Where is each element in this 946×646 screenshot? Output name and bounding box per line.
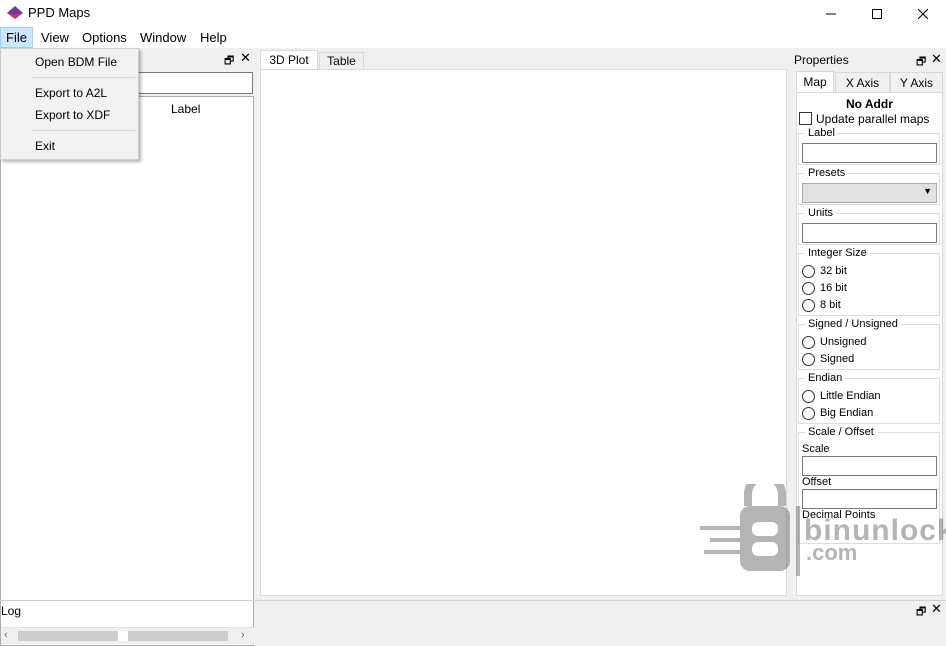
menu-window[interactable]: Window [135,27,191,48]
chevron-down-icon: ▼ [923,186,932,196]
presets-select[interactable]: ▼ [802,183,937,203]
menu-options[interactable]: Options [77,27,132,48]
tab-map[interactable]: Map [796,71,834,93]
integer-size-title: Integer Size [805,247,870,259]
float-icon[interactable]: 🗗 [224,52,234,71]
tab-x-axis[interactable]: X Axis [835,72,890,93]
scale-input[interactable] [802,456,937,476]
properties-header: Properties 🗗 ✕ [793,51,946,69]
integer-size-group: Integer Size 32 bit 16 bit 8 bit [798,247,940,316]
radio-unsigned[interactable] [802,336,815,349]
close-icon[interactable]: ✕ [931,51,942,67]
radio-unsigned-label: Unsigned [820,336,867,348]
update-parallel-checkbox[interactable] [799,112,812,125]
horizontal-scrollbar[interactable]: ‹ › [1,627,255,644]
maximize-icon [872,8,882,19]
menu-separator [31,77,135,78]
file-menu-dropdown: Open BDM File Export to A2L Export to XD… [0,48,139,160]
signed-title: Signed / Unsigned [805,318,901,330]
scale-label: Scale [802,443,830,455]
label-input[interactable] [802,143,937,163]
address-label: No Addr [846,97,893,111]
close-icon[interactable]: ✕ [931,601,942,617]
menu-exit[interactable]: Exit [35,139,55,153]
radio-signed[interactable] [802,353,815,366]
label-group-title: Label [805,127,838,139]
presets-group: Presets ▼ [798,167,940,205]
radio-little-endian[interactable] [802,390,815,403]
float-icon[interactable]: 🗗 [916,603,926,622]
column-header-label[interactable]: Label [171,102,200,116]
log-dock-header: Log 🗗 ✕ [0,600,946,619]
radio-big-endian[interactable] [802,407,815,420]
properties-title: Properties [794,53,849,67]
scroll-grip [118,631,128,641]
scale-offset-title: Scale / Offset [805,426,877,438]
menu-separator [31,130,135,131]
menu-export-a2l[interactable]: Export to A2L [35,86,107,100]
watermark-subtext: .com [806,540,858,565]
tab-y-axis[interactable]: Y Axis [890,72,943,93]
watermark-logo: binunlock .com [700,473,946,579]
tab-3d-plot[interactable]: 3D Plot [260,50,318,70]
menu-file[interactable]: File [0,27,33,48]
update-parallel-label: Update parallel maps [816,112,930,126]
presets-group-title: Presets [805,167,849,179]
label-group: Label [798,127,940,165]
window-title: PPD Maps [28,5,91,20]
menu-export-xdf[interactable]: Export to XDF [35,108,110,122]
endian-title: Endian [805,372,846,384]
signed-group: Signed / Unsigned Unsigned Signed [798,318,940,370]
filter-input[interactable] [135,72,253,94]
title-bar: PPD Maps [0,0,946,27]
minimize-button[interactable] [808,0,854,27]
map-table[interactable]: Label ‹ › [0,96,255,646]
units-group-title: Units [805,207,837,219]
radio-16bit[interactable] [802,282,815,295]
radio-16bit-label: 16 bit [820,282,847,294]
close-icon[interactable]: ✕ [240,50,251,66]
log-title: Log [1,604,22,618]
menu-bar: File View Options Window Help [0,27,946,48]
close-button[interactable] [900,0,946,27]
close-icon [918,8,928,19]
radio-32bit[interactable] [802,265,815,278]
menu-open-bdm[interactable]: Open BDM File [35,55,117,69]
scroll-right-icon[interactable]: › [241,629,245,641]
endian-group: Endian Little Endian Big Endian [798,372,940,424]
radio-32bit-label: 32 bit [820,265,847,277]
app-icon [7,6,23,19]
maximize-button[interactable] [854,0,900,27]
float-icon[interactable]: 🗗 [916,53,926,72]
menu-view[interactable]: View [36,27,74,48]
units-group: Units [798,207,940,245]
minimize-icon [826,13,836,14]
tab-table[interactable]: Table [319,52,364,70]
radio-8bit[interactable] [802,299,815,312]
units-input[interactable] [802,223,937,243]
menu-help[interactable]: Help [195,27,232,48]
radio-8bit-label: 8 bit [820,299,841,311]
radio-little-endian-label: Little Endian [820,390,881,402]
radio-big-endian-label: Big Endian [820,407,874,419]
radio-signed-label: Signed [820,353,855,365]
scroll-left-icon[interactable]: ‹ [4,629,8,641]
